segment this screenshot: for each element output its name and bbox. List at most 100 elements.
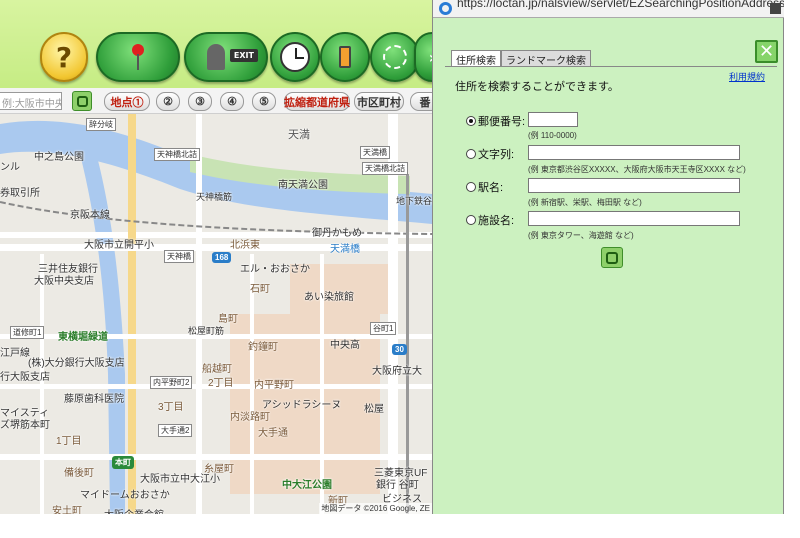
- location-2-button[interactable]: ②: [156, 92, 180, 111]
- text-input[interactable]: [528, 145, 740, 160]
- clock-icon: [280, 42, 310, 72]
- zoom-prefecture-button[interactable]: 拡縮都道府県: [284, 92, 350, 111]
- clock-button[interactable]: [270, 32, 320, 82]
- map-label: 大手通: [258, 428, 288, 439]
- map-label: 内淡路町: [230, 412, 270, 423]
- address-bar[interactable]: https://loctan.jp/nalsview/servlet/EZSea…: [433, 0, 785, 18]
- facility-hint: (例 東京タワー、海遊館 など): [528, 231, 634, 240]
- map-label: 地下鉄谷町線: [396, 196, 432, 206]
- terms-link[interactable]: 利用規約: [729, 70, 765, 83]
- map-label: 3丁目: [158, 402, 184, 413]
- location-map-button[interactable]: [96, 32, 180, 82]
- map-label: 京阪本線: [70, 210, 110, 221]
- map-label: 天満橋: [330, 244, 360, 255]
- map-label: 島町: [218, 314, 238, 325]
- help-button[interactable]: ?: [40, 32, 88, 82]
- facility-radio[interactable]: [466, 215, 476, 225]
- location-3-button[interactable]: ③: [188, 92, 212, 111]
- map-label: 大阪市立中大江小: [140, 474, 220, 485]
- map-label: 松屋: [364, 404, 384, 415]
- station-radio[interactable]: [466, 182, 476, 192]
- mobile-button[interactable]: [320, 32, 370, 82]
- map-label: 江戸線: [0, 348, 30, 359]
- location-4-button[interactable]: ④: [220, 92, 244, 111]
- question-icon: ?: [55, 40, 73, 74]
- city-button[interactable]: 市区町村: [354, 92, 404, 111]
- postal-code-input[interactable]: [528, 112, 578, 127]
- map-label: ズ堺筋本町: [0, 420, 50, 431]
- phone-icon: [339, 46, 351, 68]
- page-margin: [0, 514, 800, 538]
- person-exit-icon: [207, 44, 225, 70]
- postal-code-option[interactable]: 郵便番号:: [466, 113, 525, 129]
- map-intersection-label: 内平野町2: [150, 376, 193, 389]
- map-label: (株)大分銀行大阪支店: [28, 358, 125, 369]
- text-hint: (例 東京都渋谷区XXXXX、大阪府大阪市天王寺区XXXX など): [528, 165, 746, 174]
- text-radio[interactable]: [466, 149, 476, 159]
- route-shield: 本町: [112, 456, 134, 469]
- map-label: アシッドラシーヌ: [262, 400, 342, 411]
- map-label: ンル: [0, 162, 20, 173]
- facility-option[interactable]: 施設名:: [466, 212, 514, 228]
- search-button[interactable]: [72, 91, 92, 111]
- station-label: 駅名:: [478, 182, 504, 194]
- map-view[interactable]: 天満 中之島公園 南天満公園 京阪本線 御丹かもめ 天満橋 大阪市立開平小 北浜…: [0, 114, 432, 514]
- station-input[interactable]: [528, 178, 740, 193]
- map-intersection-label: 大手通2: [158, 424, 193, 437]
- address-search-window: https://loctan.jp/nalsview/servlet/EZSea…: [432, 0, 785, 514]
- exit-button[interactable]: EXIT: [184, 32, 268, 82]
- url-text: https://loctan.jp/nalsview/servlet/EZSea…: [457, 0, 785, 10]
- facility-label: 施設名:: [478, 215, 515, 227]
- station-hint: (例 新宿駅、栄駅、梅田駅 など): [528, 198, 642, 207]
- route-shield: 168: [212, 252, 232, 263]
- crosshair-button[interactable]: [370, 32, 420, 82]
- map-intersection-label: 谷町1: [370, 322, 397, 335]
- window-icon[interactable]: [770, 3, 781, 14]
- postal-code-radio[interactable]: [466, 116, 476, 126]
- map-label: 石町: [250, 284, 270, 295]
- text-option[interactable]: 文字列:: [466, 146, 514, 162]
- search-tabs: 住所検索 ランドマーク検索: [451, 50, 591, 67]
- browser-icon: [439, 2, 452, 15]
- map-label: 安土町: [52, 506, 82, 514]
- tab-address-search[interactable]: 住所検索: [451, 50, 501, 67]
- map-label: 大阪企業会館: [104, 506, 164, 514]
- search-submit-button[interactable]: [601, 247, 623, 268]
- facility-input[interactable]: [528, 211, 740, 226]
- map-label: あい染旅館: [304, 292, 354, 303]
- map-label: マイドームおおさか: [80, 490, 170, 501]
- tab-landmark-search[interactable]: ランドマーク検索: [501, 50, 591, 67]
- map-label: 備後町: [64, 468, 94, 479]
- tab-divider: [445, 66, 777, 67]
- map-intersection-label: 天神橋北詰: [154, 148, 200, 161]
- map-label: 行大阪支店: [0, 372, 50, 383]
- postal-code-label: 郵便番号:: [478, 116, 526, 128]
- station-option[interactable]: 駅名:: [466, 179, 503, 195]
- intro-text: 住所を検索することができます。: [455, 81, 619, 93]
- location-1-button[interactable]: 地点①: [104, 92, 150, 111]
- map-label: 2丁目: [208, 378, 234, 389]
- exit-label: EXIT: [229, 49, 258, 62]
- map-intersection-label: 天満橋: [360, 146, 390, 159]
- screen: ? EXIT › 例:大阪市中央 地点① ② ③ ④ ⑤ 拡縮都道府県 市区町村…: [0, 0, 800, 538]
- map-label: 船越町: [202, 364, 232, 375]
- map-label: 大阪府立大: [372, 366, 422, 377]
- search-icon: [76, 95, 88, 107]
- postal-code-hint: (例 110-0000): [528, 131, 577, 140]
- location-toolbar: 例:大阪市中央 地点① ② ③ ④ ⑤ 拡縮都道府県 市区町村 番: [0, 88, 440, 114]
- search-icon: [606, 251, 618, 264]
- map-label: 釣鐘町: [248, 342, 278, 353]
- map-label: 大阪中央支店: [34, 276, 94, 287]
- map-copyright: 地図データ ©2016 Google, ZE: [319, 503, 432, 514]
- location-5-button[interactable]: ⑤: [252, 92, 276, 111]
- map-label: 中大江公園: [282, 480, 332, 491]
- route-shield: 30: [392, 344, 407, 355]
- map-label: 大阪市立開平小: [84, 240, 154, 251]
- map-intersection-label: 道修町1: [10, 326, 45, 339]
- map-label: 中之島公園: [34, 152, 84, 163]
- close-button[interactable]: ✕: [755, 40, 778, 63]
- address-search-input[interactable]: 例:大阪市中央: [0, 92, 62, 110]
- map-label: 1丁目: [56, 436, 82, 447]
- map-intersection-label: 天神橋: [164, 250, 194, 263]
- close-icon: ✕: [758, 41, 775, 62]
